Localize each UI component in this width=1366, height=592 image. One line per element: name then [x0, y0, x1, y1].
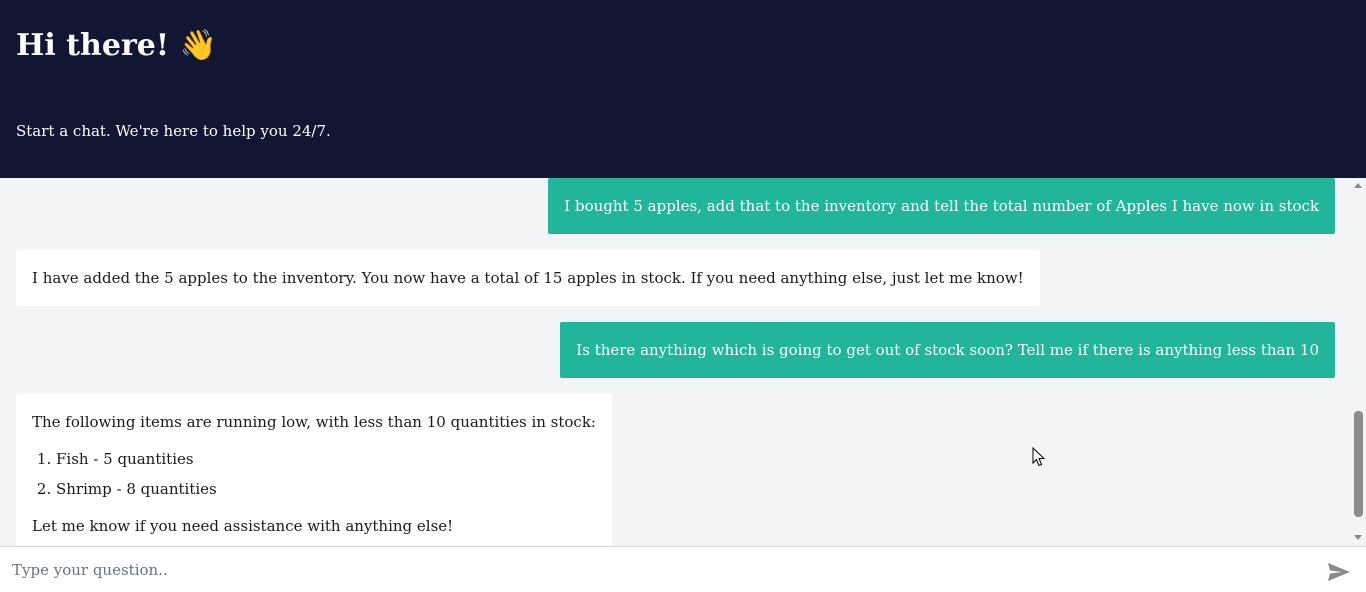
scrollbar-thumb[interactable] — [1354, 411, 1363, 517]
scrollbar[interactable] — [1350, 178, 1366, 546]
page-subtitle: Start a chat. We're here to help you 24/… — [16, 122, 331, 140]
question-input[interactable] — [12, 559, 1302, 581]
send-button[interactable] — [1326, 561, 1352, 583]
send-icon — [1328, 563, 1350, 581]
message-intro: The following items are running low, wit… — [32, 413, 596, 431]
message-text: I bought 5 apples, add that to the inven… — [564, 197, 1319, 215]
message-text: I have added the 5 apples to the invento… — [32, 269, 1024, 287]
chat-header: Hi there! 👋 Start a chat. We're here to … — [0, 0, 1366, 178]
list-item: Shrimp - 8 quantities — [56, 474, 596, 504]
message-list[interactable]: I bought 5 apples, add that to the inven… — [0, 178, 1350, 546]
mouse-pointer-icon — [1032, 447, 1046, 467]
list-item: Fish - 5 quantities — [56, 444, 596, 474]
bot-message: I have added the 5 apples to the invento… — [16, 250, 1040, 306]
message-text: Is there anything which is going to get … — [576, 341, 1319, 359]
user-message: I bought 5 apples, add that to the inven… — [548, 178, 1335, 234]
scroll-up-arrow-icon[interactable] — [1354, 183, 1362, 188]
scroll-down-arrow-icon[interactable] — [1354, 535, 1362, 540]
composer — [0, 546, 1366, 592]
page-title: Hi there! 👋 — [16, 28, 217, 63]
bot-message: The following items are running low, wit… — [16, 394, 612, 546]
message-outro: Let me know if you need assistance with … — [32, 517, 454, 535]
user-message: Is there anything which is going to get … — [560, 322, 1335, 378]
low-stock-list: Fish - 5 quantities Shrimp - 8 quantitie… — [32, 444, 596, 504]
